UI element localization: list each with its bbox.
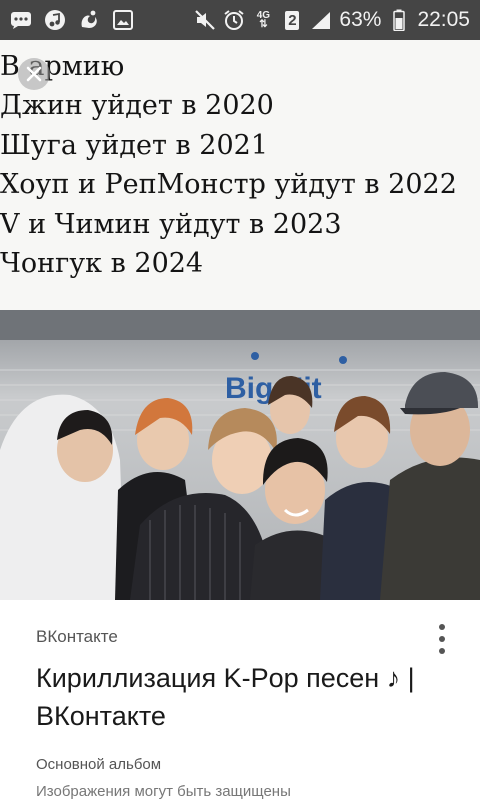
mute-icon	[194, 9, 216, 31]
meme-line-2: Джин уйдет в 2020	[0, 90, 274, 121]
more-vert-icon	[439, 624, 445, 630]
meme-line-6: Чонгук в 2024	[0, 248, 204, 279]
meme-line-5: V и Чимин уйдут в 2023	[0, 209, 342, 240]
album-label: Основной альбом	[36, 756, 162, 773]
page-title-link[interactable]: Кириллизация K-Pop песен ♪ | ВКонтакте	[36, 659, 436, 735]
status-bar: 4G ⇅ 2 63% 22:05	[0, 0, 480, 40]
copyright-note: Изображения могут быть защищены	[36, 783, 291, 800]
messages-icon	[10, 9, 32, 31]
close-icon	[26, 66, 42, 82]
music-icon	[44, 9, 66, 31]
battery-icon	[388, 9, 410, 31]
uc-browser-icon	[78, 9, 100, 31]
close-button[interactable]	[18, 58, 50, 90]
signal-icon	[310, 9, 332, 31]
alarm-icon	[223, 9, 245, 31]
image-info-card: ВКонтакте Кириллизация K-Pop песен ♪ | В…	[0, 600, 480, 800]
battery-percent: 63%	[339, 8, 382, 31]
meme-text-panel: В армию Джин уйдет в 2020 Шуга уйдет в 2…	[0, 40, 480, 310]
clock: 22:05	[417, 8, 470, 31]
more-vert-icon-dot	[439, 636, 445, 642]
meme-line-4: Хоуп и РепМонстр уйдут в 2022	[0, 169, 457, 200]
group-photo[interactable]: Big Hit	[0, 310, 480, 600]
sim-2-icon: 2	[281, 9, 303, 31]
network-4g-icon: 4G ⇅	[256, 10, 271, 30]
person-left-white-hoodie	[0, 394, 125, 600]
more-vert-icon-dot	[439, 648, 445, 654]
source-label[interactable]: ВКонтакте	[36, 627, 118, 647]
meme-line-3: Шуга уйдет в 2021	[0, 130, 269, 161]
more-options-button[interactable]	[428, 620, 456, 658]
gallery-icon	[112, 9, 134, 31]
